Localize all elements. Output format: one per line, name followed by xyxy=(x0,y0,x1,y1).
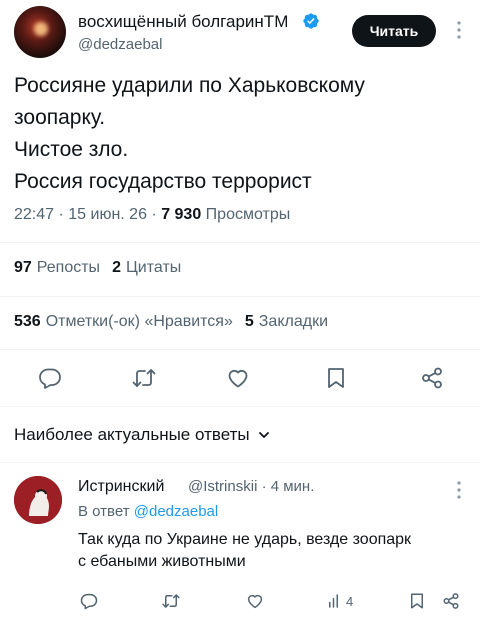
repost-button[interactable] xyxy=(130,364,158,392)
views-label: Просмотры xyxy=(201,206,291,223)
replying-to: В ответ @dedzaebal xyxy=(78,503,218,520)
reply-icon xyxy=(39,368,61,389)
reply-views-count: 4 xyxy=(346,593,354,609)
bookmarks-stat[interactable]: 5 Закладки xyxy=(245,313,328,330)
divider xyxy=(0,242,480,243)
reply-like-button[interactable] xyxy=(246,590,264,612)
stats-row-likes: 536 Отметки(-ок) «Нравится» 5 Закладки xyxy=(14,313,328,331)
author-avatar[interactable] xyxy=(14,6,66,58)
replies-sort-label: Наиболее актуальные ответы xyxy=(14,425,250,444)
tweet-line: зоопарку. xyxy=(14,106,106,129)
tweet-meta: 22:47 · 15 июн. 26 · 7 930 Просмотры xyxy=(14,206,290,224)
reply-reply-button[interactable] xyxy=(80,590,98,612)
replying-to-label: В ответ xyxy=(78,503,134,520)
tweet-timestamp[interactable]: 22:47 · 15 июн. 26 · xyxy=(14,206,161,223)
likes-stat[interactable]: 536 Отметки(-ок) «Нравится» xyxy=(14,313,233,330)
reply-bookmark-button[interactable] xyxy=(408,590,426,612)
reposts-stat[interactable]: 97 Репосты xyxy=(14,259,100,276)
more-options-icon[interactable] xyxy=(452,18,466,42)
reply-button[interactable] xyxy=(36,364,64,392)
tweet-line: Чистое зло. xyxy=(14,138,129,161)
reply-line: Так куда по Украине не ударь, везде зооп… xyxy=(78,531,412,548)
divider xyxy=(0,349,480,350)
heart-icon xyxy=(247,594,263,609)
tweet-line: Россия государство террорист xyxy=(14,170,312,193)
stats-row-reposts: 97 Репосты 2 Цитаты xyxy=(14,259,181,277)
repost-icon xyxy=(162,594,180,608)
analytics-icon xyxy=(329,594,338,608)
author-handle[interactable]: @dedzaebal xyxy=(78,36,162,53)
follow-button[interactable]: Читать xyxy=(352,15,436,47)
author-display-name[interactable]: восхищённый болгаринTM xyxy=(78,12,288,32)
like-button[interactable] xyxy=(224,364,252,392)
tweet-line: Россияне ударили по Харьковскому xyxy=(14,74,365,97)
replying-to-handle-link[interactable]: @dedzaebal xyxy=(134,503,218,520)
reply-views-button[interactable]: 4 xyxy=(326,590,353,612)
verified-badge-icon xyxy=(303,13,319,29)
reply-author-avatar[interactable] xyxy=(14,476,62,524)
tweet-text: Россияне ударили по Харьковскому зоопарк… xyxy=(14,70,464,198)
bookmark-icon xyxy=(328,368,344,388)
bookmark-icon xyxy=(411,593,423,609)
share-button[interactable] xyxy=(418,364,446,392)
divider xyxy=(0,462,480,463)
share-icon xyxy=(422,367,442,389)
quotes-stat[interactable]: 2 Цитаты xyxy=(112,259,181,276)
reply-text: Так куда по Украине не ударь, везде зооп… xyxy=(78,529,468,573)
reply-author-handle-time[interactable]: @Istrinskii · 4 мин. xyxy=(188,478,314,495)
reply-share-button[interactable] xyxy=(442,590,460,612)
divider xyxy=(0,296,480,297)
reply-more-options-icon[interactable] xyxy=(452,478,466,502)
bookmark-button[interactable] xyxy=(322,364,350,392)
replies-sort-dropdown[interactable]: Наиболее актуальные ответы xyxy=(14,425,270,445)
views-count: 7 930 xyxy=(161,206,202,223)
reply-author-name[interactable]: Истринский xyxy=(78,478,164,496)
reply-repost-button[interactable] xyxy=(162,590,180,612)
heart-icon xyxy=(228,370,248,388)
divider xyxy=(0,406,480,407)
reply-line: с ебаными животными xyxy=(78,553,246,570)
chevron-down-icon xyxy=(258,432,269,438)
reply-icon xyxy=(80,593,98,610)
share-icon xyxy=(443,593,459,609)
repost-icon xyxy=(132,369,156,387)
